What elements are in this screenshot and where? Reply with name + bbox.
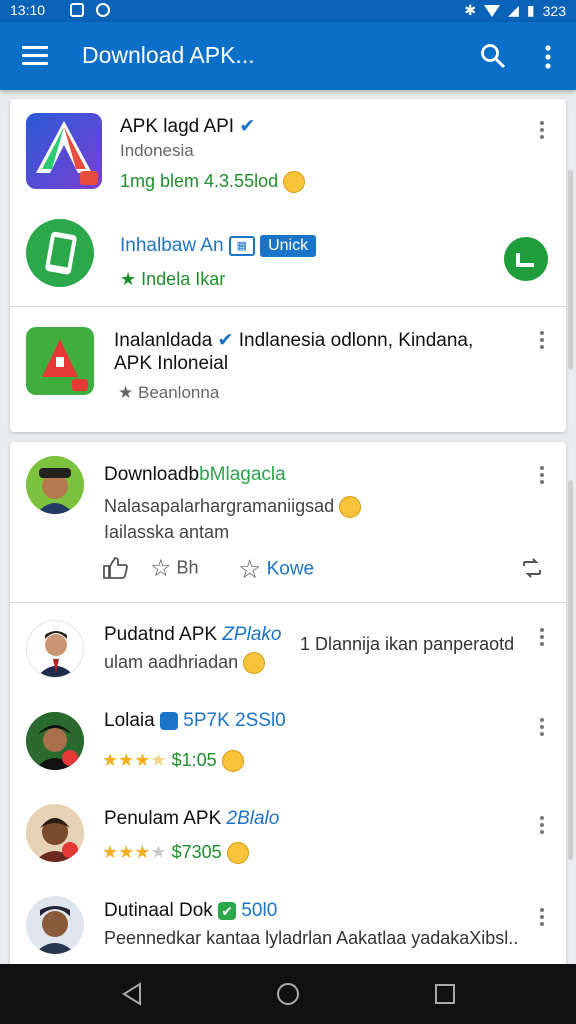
more-options-icon[interactable] [537,718,547,736]
app-icon-inhalbaw[interactable] [26,219,94,287]
more-options-icon[interactable] [537,816,547,834]
app-title[interactable]: Inhalbaw An ▦ Unick [120,235,317,257]
share-icon[interactable] [520,556,544,580]
avatar[interactable] [26,712,84,770]
post-body: Nalasapalarhargramaniigsad [104,496,362,519]
app-icon-inalanldada[interactable] [26,327,94,395]
list-item-extra: 1 Dlannija ikan panperaotd [300,634,515,654]
post-actions [102,556,128,580]
install-button[interactable] [504,237,548,281]
more-options-icon[interactable] [537,121,547,139]
rating-stars-display: ★★★★ [102,750,167,770]
page-title: Download APK... [82,42,255,68]
feed-card: DownloadbbMlagacla Nalasapalarhargramani… [10,442,566,982]
avatar[interactable] [26,456,84,514]
emoji-icon [243,652,266,675]
recents-icon[interactable] [432,981,458,1007]
like-icon[interactable] [102,556,128,580]
search-icon[interactable] [480,43,506,69]
app-title[interactable]: APK lagd API ✔ [120,115,255,138]
menu-icon[interactable] [22,46,48,66]
star-icon: ★ [150,842,167,862]
more-options-icon[interactable] [537,628,547,646]
star-icon: ★ [118,383,134,402]
app-meta: ★ Indela Ikar [120,269,226,289]
chat-notification-icon [96,3,110,17]
status-time: 13:10 [10,2,46,18]
list-item-title[interactable]: Penulam APK 2Blalo [104,808,279,830]
apps-card: APK lagd API ✔ Indonesia 1mg blem 4.3.55… [10,99,566,432]
screen-icon: ▦ [228,236,255,256]
list-item-title[interactable]: Lolaia 5P7K 2SSl0 [104,710,286,732]
star-outline-icon: ☆ [150,555,172,582]
shield-icon [160,711,178,730]
star-icon: ★ [102,750,119,770]
post-title[interactable]: DownloadbbMlagacla [104,464,286,486]
battery-icon: ▮ [526,2,535,18]
back-icon[interactable] [120,981,146,1007]
rating-stars: ★★★★ [102,750,167,770]
signal-icon: ◢ [508,2,519,18]
app-subtitle: Indonesia [120,141,194,160]
verified-icon: ✔ [217,330,234,351]
list-item-sub: ulam aadhriadan [104,652,266,675]
list-item-rating: ★★★★ $1:05 [102,750,244,773]
navigation-bar [0,964,576,1024]
divider [10,602,566,603]
action-chip[interactable]: Unick [260,235,317,257]
star-icon: ★ [134,750,151,770]
status-bar: 13:10 ✱ ◢ ▮ 323 [0,0,576,22]
status-icons: ✱ ◢ ▮ 323 [464,2,566,19]
app-title-line2: APK Inloneial [114,353,229,374]
battery-percent: 323 [542,2,566,19]
save-action[interactable]: ☆ Kowe [238,554,314,585]
post-body-line2: Iailasska antam [104,522,230,542]
more-options-icon[interactable] [537,908,547,926]
more-vert-icon[interactable] [540,44,556,70]
more-options-icon[interactable] [537,466,547,484]
image-notification-icon [70,3,84,17]
rating-stars-display: ★★★★ [102,842,167,862]
avatar[interactable] [26,620,84,678]
scrollbar[interactable] [568,480,573,860]
verified-icon: ✔ [239,116,256,137]
bluetooth-icon: ✱ [464,2,477,18]
list-item-title[interactable]: Pudatnd APK ZPlako [104,624,281,646]
list-item-rating: ★★★★ $7305 [102,842,249,865]
home-icon[interactable] [275,981,301,1007]
check-icon: ✔ [218,901,237,920]
star-action[interactable]: ☆ Bh [150,554,199,583]
divider [10,306,566,307]
app-meta: ★ Beanlonna [118,383,220,402]
app-meta: 1mg blem 4.3.55lod [120,171,306,194]
emoji-icon [339,496,362,519]
star-icon: ★ [150,750,167,770]
scrollbar[interactable] [568,170,573,370]
list-item-sub: Peennedkar kantaa lyladrlan Aakatlaa yad… [104,928,519,948]
emoji-icon [221,750,244,773]
star-icon: ★ [118,750,135,770]
app-bar: Download APK... [0,22,576,90]
app-title[interactable]: Inalanldada ✔ Indlanesia odlonn, Kindana… [114,329,473,352]
list-item-title[interactable]: Dutinaal Dok ✔ 50l0 [104,900,277,922]
star-icon: ★ [120,269,137,289]
emoji-icon [283,171,306,194]
wifi-icon [484,4,501,17]
star-outline-icon: ☆ [238,554,262,584]
avatar[interactable] [26,804,84,862]
star-icon: ★ [102,842,119,862]
star-icon: ★ [118,842,135,862]
emoji-icon [226,842,249,865]
star-icon: ★ [134,842,151,862]
more-options-icon[interactable] [537,331,547,349]
app-icon-apk-lagd[interactable] [26,113,102,189]
avatar[interactable] [26,896,84,954]
